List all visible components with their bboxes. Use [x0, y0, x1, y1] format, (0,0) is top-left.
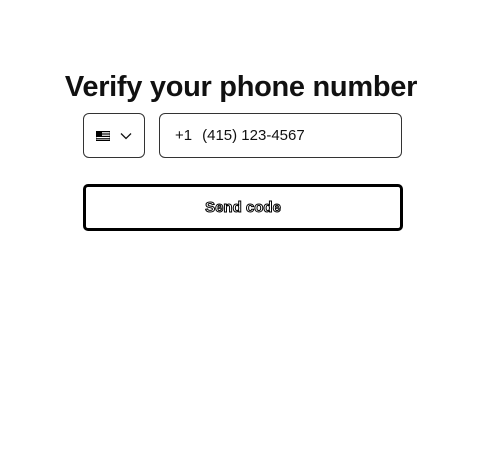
phone-number-value: (415) 123-4567	[202, 127, 305, 144]
page-title: Verify your phone number	[64, 71, 418, 104]
send-code-button[interactable]: Send code	[83, 184, 403, 231]
country-code-select[interactable]	[83, 113, 145, 158]
us-flag-icon	[96, 130, 110, 141]
phone-number-input[interactable]: +1 (415) 123-4567	[159, 113, 402, 158]
dial-code: +1	[175, 127, 193, 144]
chevron-down-icon	[120, 132, 132, 139]
